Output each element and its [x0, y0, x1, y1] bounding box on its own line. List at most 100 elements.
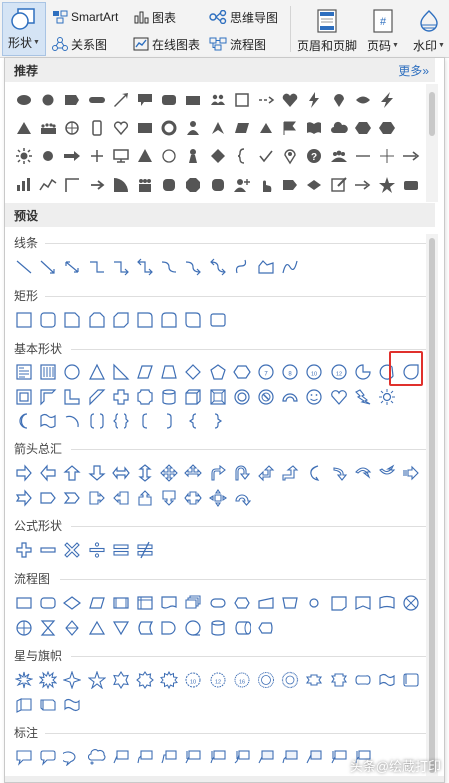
shape-item[interactable] — [399, 668, 423, 692]
shape-item[interactable] — [206, 360, 230, 384]
shape-item[interactable] — [109, 668, 133, 692]
shape-item[interactable] — [60, 461, 84, 485]
shape-item[interactable] — [254, 668, 278, 692]
page-number-button[interactable]: # 页码 ▼ — [367, 4, 399, 54]
shape-item[interactable] — [278, 668, 302, 692]
shape-item[interactable] — [206, 486, 230, 510]
shape-item[interactable] — [36, 745, 60, 769]
shape-item[interactable] — [85, 616, 109, 640]
shape-item[interactable] — [36, 693, 60, 717]
shape-button[interactable]: 形状 ▼ — [2, 2, 46, 56]
shape-item[interactable] — [36, 114, 60, 142]
shape-item[interactable] — [278, 114, 302, 142]
shape-item[interactable] — [206, 591, 230, 615]
shape-item[interactable] — [85, 86, 109, 114]
shape-item[interactable] — [181, 114, 205, 142]
shape-item[interactable] — [326, 385, 350, 409]
shape-item[interactable] — [36, 385, 60, 409]
shape-item[interactable] — [157, 409, 181, 433]
shape-item[interactable] — [157, 360, 181, 384]
shape-item[interactable] — [326, 745, 350, 769]
shape-item[interactable] — [254, 171, 278, 199]
shape-item[interactable] — [12, 616, 36, 640]
online-chart-button[interactable]: 在线图表 — [133, 34, 200, 54]
shape-item[interactable] — [326, 668, 350, 692]
shape-item[interactable] — [60, 591, 84, 615]
shape-item[interactable] — [60, 409, 84, 433]
shape-item[interactable] — [36, 255, 60, 279]
shape-item[interactable] — [302, 385, 326, 409]
shape-item[interactable] — [181, 360, 205, 384]
shape-item[interactable] — [351, 668, 375, 692]
shape-item[interactable] — [12, 668, 36, 692]
shape-item[interactable] — [375, 171, 399, 199]
shape-item[interactable] — [254, 142, 278, 170]
shape-item[interactable] — [278, 745, 302, 769]
shape-item[interactable] — [351, 114, 375, 142]
shape-item[interactable] — [206, 86, 230, 114]
shape-item[interactable] — [278, 385, 302, 409]
shape-item[interactable] — [133, 538, 157, 562]
presets-scrollbar[interactable] — [426, 234, 438, 782]
shape-item[interactable] — [157, 668, 181, 692]
shape-item[interactable] — [12, 360, 36, 384]
shape-item[interactable] — [230, 86, 254, 114]
recommended-scrollbar[interactable] — [426, 84, 438, 202]
shape-item[interactable] — [254, 255, 278, 279]
shape-item[interactable]: 12 — [206, 668, 230, 692]
shape-item[interactable] — [157, 486, 181, 510]
shape-item[interactable] — [278, 461, 302, 485]
shape-item[interactable] — [375, 385, 399, 409]
shape-item[interactable] — [85, 308, 109, 332]
shape-item[interactable]: 8 — [278, 360, 302, 384]
shape-item[interactable] — [85, 745, 109, 769]
shape-item[interactable] — [36, 461, 60, 485]
shape-item[interactable] — [351, 171, 375, 199]
shape-item[interactable] — [254, 385, 278, 409]
shape-item[interactable] — [302, 668, 326, 692]
shape-item[interactable] — [60, 171, 84, 199]
shape-item[interactable]: 7 — [254, 360, 278, 384]
shape-item[interactable] — [60, 360, 84, 384]
shape-item[interactable] — [206, 745, 230, 769]
shape-item[interactable] — [109, 385, 133, 409]
shape-item[interactable] — [375, 591, 399, 615]
shape-item[interactable] — [351, 385, 375, 409]
shape-item[interactable] — [12, 409, 36, 433]
shape-item[interactable]: 10 — [302, 360, 326, 384]
shape-item[interactable] — [109, 171, 133, 199]
shape-item[interactable] — [351, 360, 375, 384]
shape-item[interactable]: ? — [302, 142, 326, 170]
shape-item[interactable] — [254, 461, 278, 485]
shape-item[interactable] — [206, 255, 230, 279]
shape-item[interactable] — [157, 461, 181, 485]
shape-item[interactable] — [60, 616, 84, 640]
shape-item[interactable] — [206, 171, 230, 199]
shape-item[interactable] — [254, 86, 278, 114]
shape-item[interactable] — [157, 255, 181, 279]
shape-item[interactable] — [375, 114, 399, 142]
shape-item[interactable] — [302, 86, 326, 114]
shape-item[interactable] — [181, 745, 205, 769]
shape-item[interactable] — [109, 114, 133, 142]
shape-item[interactable] — [85, 114, 109, 142]
shape-item[interactable] — [85, 142, 109, 170]
shape-item[interactable] — [181, 308, 205, 332]
shape-item[interactable] — [85, 591, 109, 615]
shape-item[interactable] — [60, 308, 84, 332]
shape-item[interactable] — [133, 745, 157, 769]
shape-item[interactable] — [326, 86, 350, 114]
shape-item[interactable] — [36, 171, 60, 199]
shape-item[interactable] — [302, 461, 326, 485]
shape-item[interactable] — [133, 86, 157, 114]
flowchart-button[interactable]: 流程图 — [209, 34, 266, 54]
shape-item[interactable] — [133, 461, 157, 485]
shape-item[interactable] — [399, 461, 423, 485]
shape-item[interactable] — [254, 745, 278, 769]
shape-item[interactable] — [36, 86, 60, 114]
shape-item[interactable] — [109, 360, 133, 384]
shape-item[interactable] — [109, 616, 133, 640]
shape-item[interactable] — [12, 142, 36, 170]
shape-item[interactable] — [133, 385, 157, 409]
shape-item[interactable] — [12, 486, 36, 510]
